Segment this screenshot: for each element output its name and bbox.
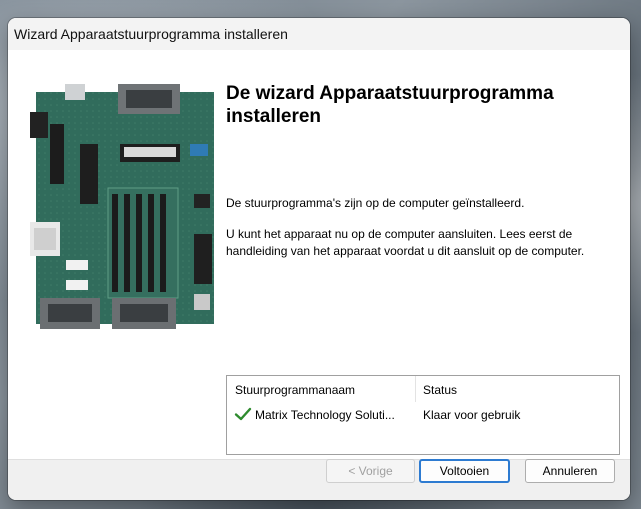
column-header-name[interactable]: Stuurprogrammanaam [235, 383, 355, 397]
instruction-message: U kunt het apparaat nu op de computer aa… [226, 227, 585, 258]
wizard-content: De wizard Apparaatstuurprogramma install… [8, 50, 630, 459]
back-button[interactable]: < Vorige [326, 459, 415, 483]
list-item[interactable]: Matrix Technology Soluti... Klaar voor g… [227, 404, 619, 424]
wizard-window: Wizard Apparaatstuurprogramma installere… [8, 18, 630, 500]
installed-message: De stuurprogramma's zijn op de computer … [226, 196, 525, 210]
driver-list-header: Stuurprogrammanaam Status [227, 376, 619, 402]
title-bar[interactable]: Wizard Apparaatstuurprogramma installere… [8, 18, 630, 50]
column-header-status[interactable]: Status [423, 383, 457, 397]
driver-status: Klaar voor gebruik [423, 408, 521, 422]
checkmark-icon [234, 406, 252, 422]
window-title: Wizard Apparaatstuurprogramma installere… [14, 26, 288, 42]
driver-list[interactable]: Stuurprogrammanaam Status Matrix Technol… [226, 375, 620, 455]
cancel-button[interactable]: Annuleren [525, 459, 615, 483]
column-separator[interactable] [415, 376, 416, 402]
wizard-heading: De wizard Apparaatstuurprogramma install… [226, 83, 554, 127]
circuit-board-image [30, 84, 215, 329]
driver-name: Matrix Technology Soluti... [255, 408, 395, 422]
finish-button[interactable]: Voltooien [419, 459, 510, 483]
